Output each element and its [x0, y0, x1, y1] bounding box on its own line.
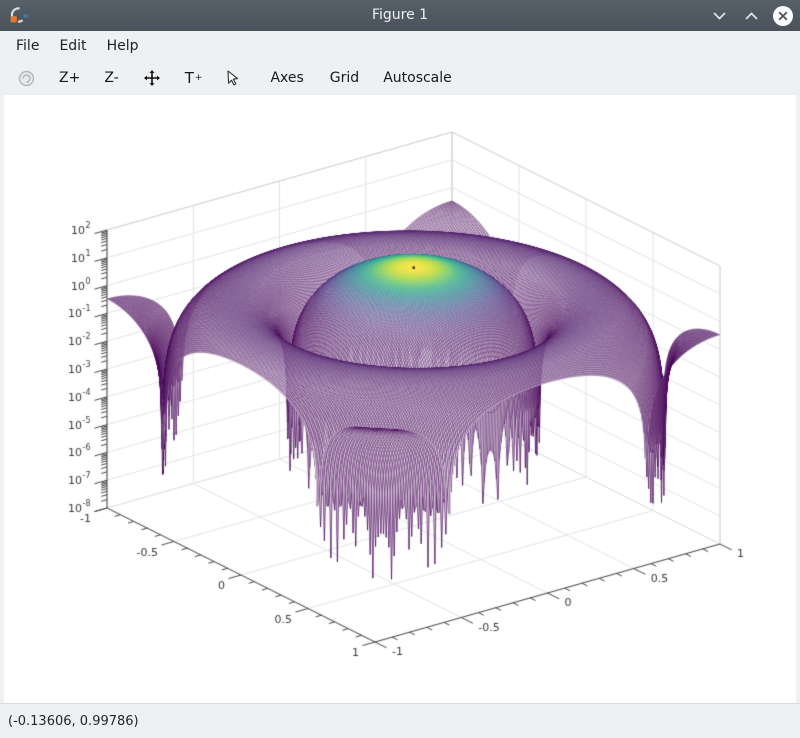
cursor-coordinates: (-0.13606, 0.99786) — [8, 714, 139, 729]
chevron-down-icon — [713, 12, 726, 20]
close-icon — [772, 5, 794, 27]
cursor-icon — [226, 70, 240, 86]
toolbar: Z+ Z- T+ Axes Grid Autoscale — [0, 61, 800, 95]
chevron-up-icon — [745, 12, 758, 20]
close-button[interactable] — [772, 5, 794, 27]
surface-plot-canvas[interactable] — [6, 96, 794, 703]
text-tool-button[interactable]: T+ — [177, 65, 211, 91]
menu-file[interactable]: File — [6, 34, 49, 58]
zoom-out-button[interactable]: Z- — [96, 66, 126, 90]
maximize-button[interactable] — [740, 5, 762, 27]
titlebar[interactable]: Figure 1 — [0, 0, 800, 31]
text-tool-plus: + — [195, 73, 203, 83]
autoscale-button[interactable]: Autoscale — [375, 66, 460, 90]
pan-icon — [143, 69, 161, 87]
menu-help[interactable]: Help — [97, 34, 149, 58]
menubar: File Edit Help — [0, 31, 800, 61]
rotate-tool-button[interactable] — [10, 66, 43, 91]
statusbar: (-0.13606, 0.99786) — [0, 703, 800, 738]
select-tool-button[interactable] — [218, 66, 248, 90]
axes-button[interactable]: Axes — [262, 66, 311, 90]
zoom-in-button[interactable]: Z+ — [51, 66, 88, 90]
text-tool-label: T — [185, 69, 194, 87]
rotate-icon — [18, 70, 35, 87]
pan-tool-button[interactable] — [135, 65, 169, 91]
grid-button[interactable]: Grid — [322, 66, 367, 90]
menu-edit[interactable]: Edit — [49, 34, 96, 58]
minimize-button[interactable] — [708, 5, 730, 27]
window-title: Figure 1 — [0, 0, 800, 31]
